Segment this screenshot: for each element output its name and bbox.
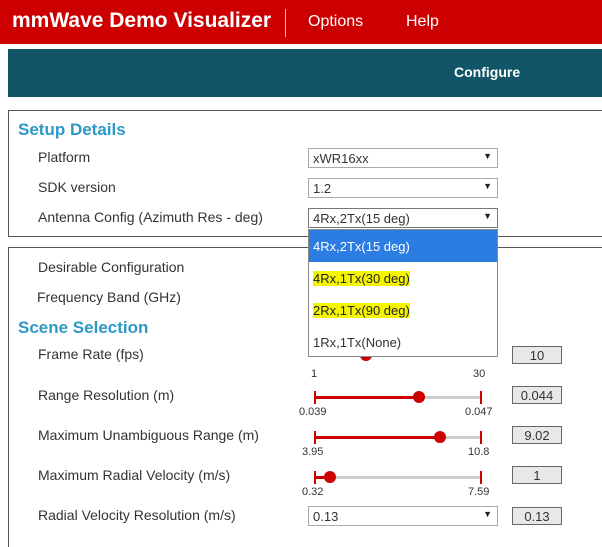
option-label: 2Rx,1Tx(90 deg) — [313, 303, 410, 318]
slider-tick-max — [480, 431, 482, 444]
slider-tick-min — [314, 431, 316, 444]
setup-details-panel: Setup Details Platform SDK version Anten… — [8, 110, 602, 237]
slider-min-label: 0.039 — [299, 406, 327, 418]
slider-max-label: 10.8 — [468, 446, 490, 458]
slider-track-filled — [315, 436, 439, 439]
antenna-option-4rx2tx[interactable]: 4Rx,2Tx(15 deg) — [309, 230, 497, 262]
max-range-value: 9.02 — [512, 426, 562, 444]
antenna-config-select[interactable]: 4Rx,2Tx(15 deg) ▼ — [308, 208, 498, 228]
slider-tick-min — [314, 391, 316, 404]
antenna-option-4rx1tx[interactable]: 4Rx,1Tx(30 deg) — [309, 262, 497, 294]
platform-select[interactable]: xWR16xx ▼ — [308, 148, 498, 168]
range-resolution-value: 0.044 — [512, 386, 562, 404]
option-label: 1Rx,1Tx(None) — [313, 335, 402, 350]
chevron-down-icon: ▼ — [483, 151, 492, 161]
slider-max-label: 0.047 — [465, 406, 493, 418]
frame-rate-label: Frame Rate (fps) — [38, 346, 144, 362]
slider-max-label: 7.59 — [468, 486, 490, 498]
sdk-version-select[interactable]: 1.2 ▼ — [308, 178, 498, 198]
antenna-option-2rx1tx[interactable]: 2Rx,1Tx(90 deg) — [309, 294, 497, 326]
slider-thumb[interactable] — [434, 431, 446, 443]
platform-select-value: xWR16xx — [313, 151, 369, 166]
platform-label: Platform — [38, 149, 91, 165]
max-velocity-value: 1 — [512, 466, 562, 484]
tab-bar: Configure — [8, 49, 602, 97]
slider-track-filled — [315, 396, 418, 399]
slider-tick-max — [480, 391, 482, 404]
slider-min-label: 1 — [311, 368, 318, 380]
scene-selection-title: Scene Selection — [18, 318, 149, 337]
tab-configure[interactable]: Configure — [454, 64, 520, 80]
antenna-config-select-value: 4Rx,2Tx(15 deg) — [313, 211, 410, 226]
slider-tick-min — [314, 471, 316, 484]
max-range-label: Maximum Unambiguous Range (m) — [38, 427, 259, 443]
sdk-version-select-value: 1.2 — [313, 181, 332, 196]
sdk-version-label: SDK version — [38, 179, 116, 195]
radial-res-value: 0.13 — [512, 507, 562, 525]
chevron-down-icon: ▼ — [483, 211, 492, 221]
app-title: mmWave Demo Visualizer — [12, 9, 272, 32]
desirable-config-label: Desirable Configuration — [38, 259, 185, 275]
range-resolution-label: Range Resolution (m) — [38, 387, 175, 403]
slider-tick-max — [480, 471, 482, 484]
antenna-option-1rx1tx[interactable]: 1Rx,1Tx(None) — [309, 326, 497, 358]
slider-track-empty — [330, 476, 481, 479]
setup-details-title: Setup Details — [18, 120, 126, 139]
slider-thumb[interactable] — [324, 471, 336, 483]
antenna-config-label: Antenna Config (Azimuth Res - deg) — [38, 209, 263, 225]
frequency-band-label: Frequency Band (GHz) — [37, 289, 181, 305]
slider-thumb[interactable] — [413, 391, 425, 403]
radial-res-label: Radial Velocity Resolution (m/s) — [38, 507, 236, 523]
antenna-config-dropdown: 4Rx,2Tx(15 deg) 4Rx,1Tx(30 deg) 2Rx,1Tx(… — [308, 229, 498, 357]
max-velocity-label: Maximum Radial Velocity (m/s) — [38, 467, 231, 483]
menu-help[interactable]: Help — [406, 13, 439, 31]
chevron-down-icon: ▼ — [483, 509, 492, 519]
slider-track-empty — [418, 396, 481, 399]
option-label: 4Rx,2Tx(15 deg) — [313, 239, 410, 254]
option-label: 4Rx,1Tx(30 deg) — [313, 271, 410, 286]
chevron-down-icon: ▼ — [483, 181, 492, 191]
menu-options[interactable]: Options — [308, 13, 363, 31]
slider-max-label: 30 — [473, 368, 486, 380]
radial-res-select[interactable]: 0.13 ▼ — [308, 506, 498, 526]
slider-min-label: 0.32 — [302, 486, 324, 498]
radial-res-select-value: 0.13 — [313, 509, 339, 524]
frame-rate-value: 10 — [512, 346, 562, 364]
title-divider — [285, 9, 286, 37]
app-header: mmWave Demo Visualizer Options Help — [0, 0, 602, 44]
slider-min-label: 3.95 — [302, 446, 324, 458]
